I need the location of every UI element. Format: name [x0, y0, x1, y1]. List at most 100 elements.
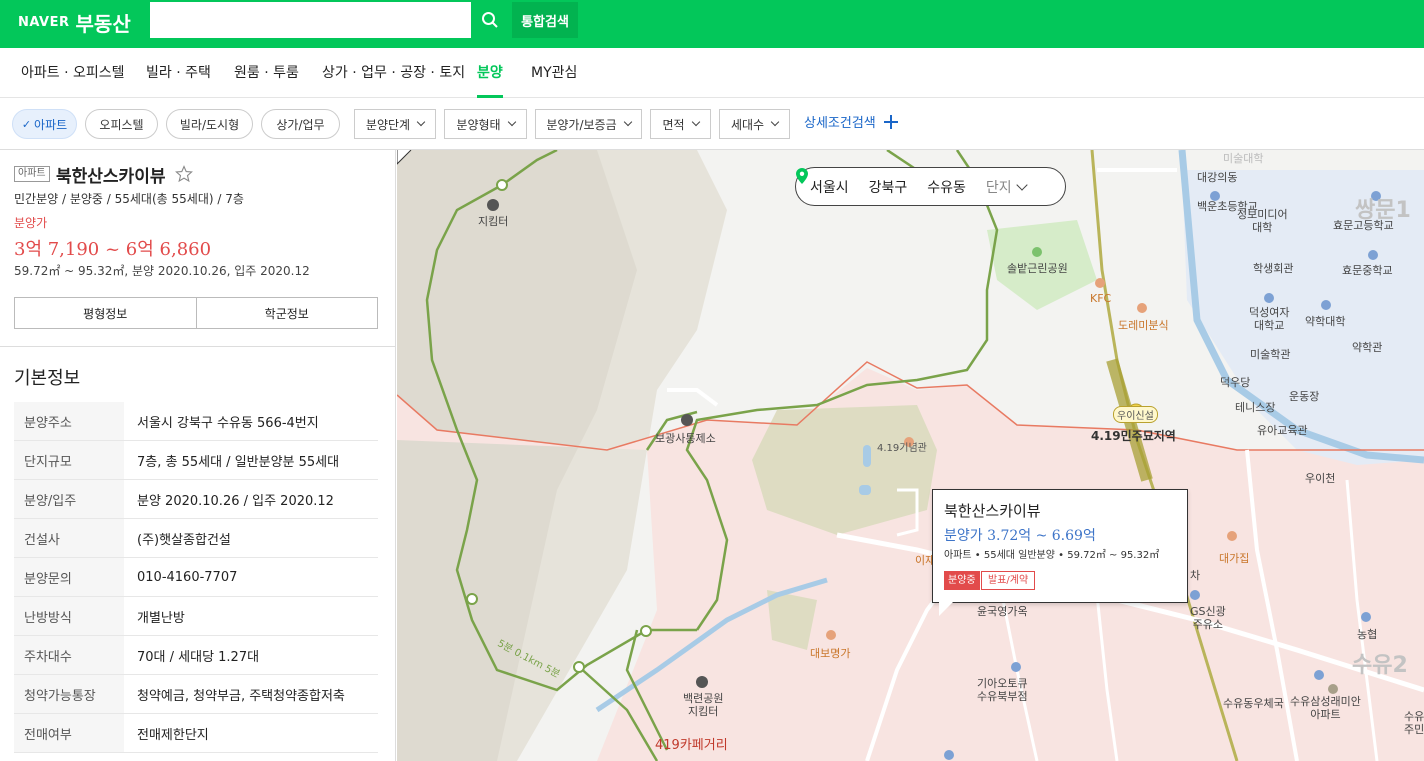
map-label-nonghyup: 농협: [1357, 628, 1378, 641]
map-label-kia: 기아오토큐 수유북부점: [977, 677, 1028, 703]
map-label-misulhak: 미술학관: [1250, 348, 1291, 361]
tab-school-info[interactable]: 학군정보: [195, 298, 377, 328]
map-label-uicheon: 우이천: [1305, 472, 1336, 485]
info-value: (주)햇살종합건설: [137, 532, 231, 548]
popup-status-badge: 분양중: [944, 571, 980, 590]
map-label-hyomun-mid: 효문중학교: [1342, 264, 1393, 277]
map-label-sollbat: 솔밭근린공원: [1007, 262, 1068, 275]
dropdown-presale-stage-label: 분양단계: [365, 117, 411, 132]
dropdown-presale-type[interactable]: 분양형태: [444, 109, 527, 139]
map-label-jeongbo: 정보미디어 대학: [1237, 208, 1288, 234]
nav-tab-oneroom[interactable]: 원룸 · 투룸: [234, 48, 299, 98]
info-key: 주차대수: [14, 636, 124, 674]
map-label-yua: 유아교육관: [1257, 424, 1308, 437]
info-value: 010-4160-7707: [137, 569, 238, 585]
region-city[interactable]: 서울시: [810, 177, 849, 197]
info-key: 단지규모: [14, 441, 124, 479]
complex-detail-panel: 아파트 북한산스카이뷰 민간분양 / 분양중 / 55세대(총 55세대) / …: [0, 150, 396, 761]
dropdown-presale-stage[interactable]: 분양단계: [354, 109, 436, 139]
map-label-memorial: 4.19기념관: [877, 443, 927, 454]
map-label-baekryeon: 백련공원 지킴터: [683, 692, 724, 718]
info-key: 분양문의: [14, 558, 124, 596]
map-label-apt: 수유삼성래미안 아파트: [1290, 695, 1361, 721]
map-label-yakhak: 약학대학: [1305, 315, 1346, 328]
map-label-daegang: 대강의동: [1197, 171, 1238, 184]
map-label-ssangmun: 쌍문1: [1355, 198, 1411, 223]
search-input[interactable]: [150, 2, 471, 38]
dropdown-price[interactable]: 분양가/보증금: [535, 109, 642, 139]
info-key: 청약가능통장: [14, 675, 124, 713]
map-label-car: 차: [1190, 569, 1201, 582]
logo-naver-text: NAVER: [18, 14, 70, 30]
detail-search-link[interactable]: 상세조건검색: [804, 109, 876, 139]
map-label-daebo: 대보명가: [810, 647, 851, 660]
info-key: 분양주소: [14, 402, 124, 440]
map-label-jumin: 수유 주민: [1404, 710, 1424, 736]
complex-summary: 민간분양 / 분양중 / 55세대(총 55세대) / 7층: [14, 192, 244, 206]
map-label-dorami: 도레미분식: [1118, 319, 1169, 332]
price-range: 3억 7,190 ~ 6억 6,860: [14, 239, 212, 260]
info-row-dates: 분양/입주 분양 2020.10.26 / 입주 2020.12: [14, 480, 378, 519]
region-level[interactable]: 단지: [986, 177, 1012, 197]
map-label-post: 수유동우체국: [1223, 697, 1284, 710]
map-label-boryeong: 보광사통제소: [655, 432, 716, 445]
popup-info: 아파트 • 55세대 일반분양 • 59.72㎡ ~ 95.32㎡: [944, 550, 1160, 561]
search-icon: [481, 12, 498, 28]
complex-popup[interactable]: 북한산스카이뷰 분양가 3.72억 ~ 6.69억 아파트 • 55세대 일반분…: [932, 489, 1188, 616]
top-header: NAVER 부동산 통합검색: [0, 0, 1424, 48]
dropdown-presale-type-label: 분양형태: [456, 117, 501, 132]
nav-tab-apt-officetel[interactable]: 아파트 · 오피스텔: [21, 48, 125, 98]
map-label-daega: 대가집: [1219, 552, 1250, 565]
map-label-haksaeng: 학생회관: [1253, 262, 1294, 275]
map-view[interactable]: 지킴터 보광사통제소 4.19기념관 백련공원 지킴터 419카페거리 5분 0…: [397, 150, 1424, 761]
dropdown-households[interactable]: 세대수: [719, 109, 790, 139]
info-value: 전매제한단지: [137, 727, 209, 743]
basic-info-table: 분양주소 서울시 강북구 수유동 566-4번지 단지규모 7층, 총 55세대 /…: [14, 402, 378, 753]
plus-icon[interactable]: [882, 113, 900, 131]
info-value: 서울시 강북구 수유동 566-4번지: [137, 415, 319, 431]
info-row-contact: 분양문의 010-4160-7707: [14, 558, 378, 597]
info-key: 분양/입주: [14, 480, 124, 518]
nav-tab-villa-house[interactable]: 빌라 · 주택: [146, 48, 211, 98]
nav-tab-my-interest[interactable]: MY관심: [531, 48, 577, 98]
dropdown-area[interactable]: 면적: [650, 109, 711, 139]
nav-tab-presale[interactable]: 분양: [477, 48, 503, 98]
search-button[interactable]: [472, 2, 507, 38]
map-label-undong: 운동장: [1289, 390, 1320, 403]
info-key: 난방방식: [14, 597, 124, 635]
filter-chip-apt[interactable]: ✓ 아파트: [12, 109, 77, 139]
map-label-kfc: KFC: [1090, 292, 1112, 305]
dropdown-households-label: 세대수: [730, 117, 765, 132]
naver-realestate-logo[interactable]: NAVER 부동산: [18, 8, 131, 36]
chevron-down-icon: [770, 117, 780, 127]
info-row-parking: 주차대수 70대 / 세대당 1.27대: [14, 636, 378, 675]
star-icon[interactable]: [175, 165, 193, 183]
total-search-button[interactable]: 통합검색: [512, 2, 578, 38]
map-label-tennis: 테니스장: [1235, 401, 1276, 414]
tab-pyeong-info[interactable]: 평형정보: [15, 298, 196, 328]
info-row-builder: 건설사 (주)햇살종합건설: [14, 519, 378, 558]
info-row-accounts: 청약가능통장 청약예금, 청약부금, 주택청약종합저축: [14, 675, 378, 714]
map-label-jikiteo: 지킴터: [478, 215, 509, 228]
logo-service-text: 부동산: [75, 11, 131, 36]
info-row-address: 분양주소 서울시 강북구 수유동 566-4번지: [14, 402, 378, 441]
filter-chip-officetel[interactable]: 오피스텔: [85, 109, 158, 139]
nav-tab-commercial[interactable]: 상가 · 업무 · 공장 · 토지: [322, 48, 465, 98]
info-key: 건설사: [14, 519, 124, 557]
main-nav: 아파트 · 오피스텔 빌라 · 주택 원룸 · 투룸 상가 · 업무 · 공장 …: [0, 48, 1424, 98]
filter-chip-commercial[interactable]: 상가/업무: [261, 109, 340, 139]
section-title-basic-info: 기본정보: [14, 368, 81, 389]
filter-chip-villa[interactable]: 빌라/도시형: [166, 109, 253, 139]
region-dong[interactable]: 수유동: [927, 177, 966, 197]
check-icon: ✓: [21, 117, 32, 131]
filter-chip-apt-label: 아파트: [34, 117, 68, 132]
dropdown-area-label: 면적: [662, 117, 685, 132]
popup-name: 북한산스카이뷰: [944, 502, 1041, 520]
chevron-down-icon[interactable]: [1016, 178, 1028, 191]
info-value: 70대 / 세대당 1.27대: [137, 649, 260, 665]
region-district[interactable]: 강북구: [869, 177, 908, 197]
info-key: 전매여부: [14, 714, 124, 752]
section-divider: [0, 346, 395, 347]
area-info: 59.72㎡ ~ 95.32㎡, 분양 2020.10.26, 입주 2020.…: [14, 264, 310, 278]
info-row-scale: 단지규모 7층, 총 55세대 / 일반분양분 55세대: [14, 441, 378, 480]
